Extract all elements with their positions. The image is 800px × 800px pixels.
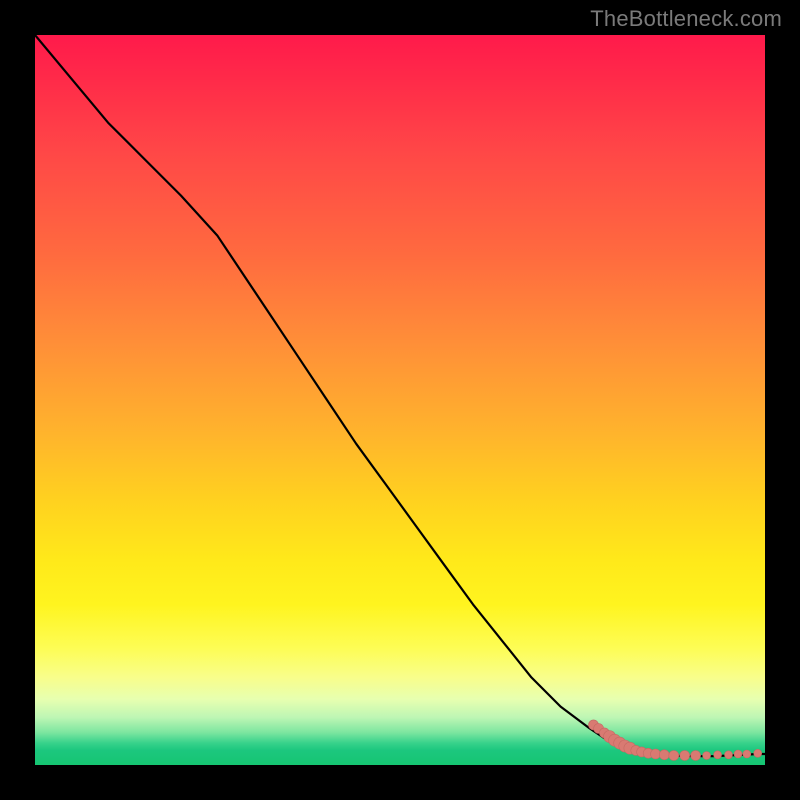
chart-frame: TheBottleneck.com	[0, 0, 800, 800]
data-point	[734, 750, 742, 758]
plot-area	[35, 35, 765, 765]
data-point	[659, 750, 669, 760]
data-point	[703, 752, 711, 760]
data-point	[754, 749, 762, 757]
marker-group	[589, 720, 762, 761]
data-point	[743, 750, 751, 758]
curve-line	[35, 35, 765, 756]
watermark-text: TheBottleneck.com	[590, 6, 782, 32]
data-point	[669, 751, 679, 761]
chart-svg	[35, 35, 765, 765]
data-point	[651, 749, 661, 759]
data-point	[691, 751, 701, 761]
data-point	[725, 751, 733, 759]
data-point	[714, 751, 722, 759]
data-point	[680, 751, 690, 761]
